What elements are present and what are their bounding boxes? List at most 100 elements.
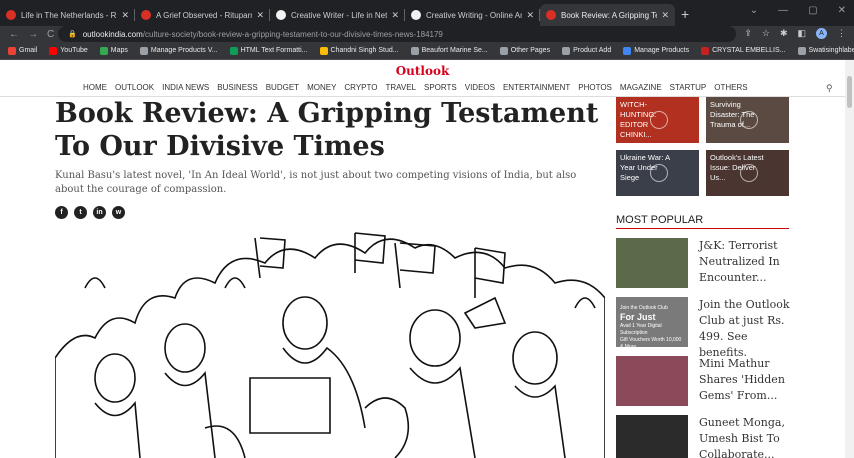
facebook-icon[interactable]: f: [55, 206, 68, 219]
sidepanel-icon[interactable]: ◧: [797, 28, 806, 39]
bookmark-star-icon[interactable]: ☆: [762, 28, 770, 39]
menu-item[interactable]: TRAVEL: [385, 83, 416, 92]
tab-close-icon[interactable]: ✕: [661, 10, 669, 21]
most-popular-underline: [616, 228, 789, 229]
menu-icon[interactable]: ⋮: [837, 28, 846, 39]
url-field[interactable]: 🔒 outlookindia.com /culture-society/book…: [58, 26, 736, 42]
scrollbar-thumb[interactable]: [847, 76, 852, 108]
story-tile[interactable]: Surviving Disaster: The Trauma of...: [706, 97, 789, 143]
menu-item[interactable]: ENTERTAINMENT: [503, 83, 570, 92]
share-icon[interactable]: ⇪: [744, 28, 752, 39]
scrollbar[interactable]: [845, 60, 854, 458]
close-window-icon[interactable]: ✕: [838, 5, 846, 16]
menu-item[interactable]: MAGAZINE: [620, 83, 662, 92]
menu-item[interactable]: BUDGET: [266, 83, 299, 92]
bookmark-favicon-icon: [701, 46, 710, 55]
back-icon[interactable]: ←: [9, 29, 19, 40]
webpage: Outlook HOME OUTLOOK INDIA NEWS BUSINESS BUD…: [0, 60, 845, 458]
bookmark-item[interactable]: Chandni Singh Stud...: [319, 46, 399, 55]
bookmark-item[interactable]: YouTube: [49, 46, 88, 55]
promo-line: Gift Vouchers Worth 10,000 & More: [620, 337, 682, 350]
bookmark-favicon-icon: [319, 46, 328, 55]
browser-tab[interactable]: Creative Writer - Life in Netherlands✕: [270, 4, 405, 26]
window-controls: ⌄ — ▢ ✕: [750, 5, 846, 16]
popular-thumbnail[interactable]: [616, 356, 688, 406]
popular-item[interactable]: Guneet Monga, Umesh Bist To Collaborate.…: [616, 415, 791, 458]
browser-tab[interactable]: A Grief Observed - Rituparna Roy ✕: [135, 4, 270, 26]
tab-close-icon[interactable]: ✕: [121, 10, 129, 21]
bookmark-favicon-icon: [499, 46, 508, 55]
menu-item[interactable]: OUTLOOK: [115, 83, 154, 92]
bookmark-item[interactable]: Manage Products V...: [139, 46, 218, 55]
menu-item[interactable]: MONEY: [307, 83, 336, 92]
menu-item[interactable]: PHOTOS: [578, 83, 612, 92]
new-tab-button[interactable]: +: [681, 6, 689, 22]
popular-item-title[interactable]: Mini Mathur Shares 'Hidden Gems' From...: [699, 356, 791, 404]
menu-item[interactable]: OTHERS: [714, 83, 747, 92]
bookmark-item[interactable]: Maps: [99, 46, 128, 55]
bookmark-item[interactable]: CRYSTAL EMBELLIS...: [701, 46, 786, 55]
bookmark-favicon-icon: [623, 46, 632, 55]
menu-item[interactable]: VIDEOS: [465, 83, 495, 92]
popular-item[interactable]: Mini Mathur Shares 'Hidden Gems' From...: [616, 356, 791, 406]
dropdown-icon[interactable]: ⌄: [750, 5, 758, 16]
whatsapp-icon[interactable]: w: [112, 206, 125, 219]
forward-icon[interactable]: →: [28, 29, 38, 40]
popular-thumbnail[interactable]: [616, 238, 688, 288]
menu-item[interactable]: BUSINESS: [217, 83, 257, 92]
menu-item[interactable]: SPORTS: [424, 83, 457, 92]
browser-tab[interactable]: Book Review: A Gripping Testament✕: [540, 4, 675, 26]
bookmark-label: Maps: [110, 47, 128, 54]
outlook-logo[interactable]: Outlook: [0, 64, 845, 78]
tab-close-icon[interactable]: ✕: [256, 10, 264, 21]
play-icon: [650, 164, 668, 182]
bookmarks-bar: Gmail YouTube Maps Manage Products V... HTML…: [0, 42, 854, 60]
menu-item[interactable]: STARTUP: [670, 83, 707, 92]
popular-thumbnail[interactable]: Join the Outlook Club For Just Avail 1 Yea…: [616, 297, 688, 350]
story-tile[interactable]: WITCH-HUNTING: EDITOR CHINKI...: [616, 97, 699, 143]
maximize-icon[interactable]: ▢: [808, 5, 817, 16]
bookmark-label: Product Add: [573, 47, 612, 54]
bookmark-label: Swatisinghlabel.com: [808, 47, 854, 54]
tab-close-icon[interactable]: ✕: [526, 10, 534, 21]
popular-item[interactable]: J&K: Terrorist Neutralized In Encounter.…: [616, 238, 791, 288]
bookmark-label: Beaufort Marine Se...: [421, 47, 488, 54]
popular-item-title[interactable]: Join the Outlook Club at just Rs. 499. S…: [699, 297, 791, 361]
extensions-icon[interactable]: ✱: [780, 28, 788, 39]
bookmark-item[interactable]: HTML Text Formatti...: [229, 46, 308, 55]
popular-item-title[interactable]: J&K: Terrorist Neutralized In Encounter.…: [699, 238, 791, 286]
promo-headline: For Just: [620, 312, 656, 322]
story-tile[interactable]: Ukraine War: A Year Under Siege: [616, 150, 699, 196]
bookmark-item[interactable]: Other Pages: [499, 46, 550, 55]
popular-thumbnail[interactable]: [616, 415, 688, 458]
bookmark-label: CRYSTAL EMBELLIS...: [712, 47, 786, 54]
profile-avatar[interactable]: A: [816, 28, 827, 39]
bookmark-favicon-icon: [797, 46, 806, 55]
menu-item[interactable]: INDIA NEWS: [162, 83, 209, 92]
menu-item[interactable]: HOME: [83, 83, 107, 92]
twitter-icon[interactable]: t: [74, 206, 87, 219]
bookmark-item[interactable]: Swatisinghlabel.com: [797, 46, 854, 55]
bookmark-item[interactable]: Manage Products: [623, 46, 689, 55]
article-subtitle: Kunal Basu's latest novel, 'In An Ideal …: [55, 170, 577, 195]
bookmark-item[interactable]: Beaufort Marine Se...: [410, 46, 488, 55]
browser-tab[interactable]: Creative Writing - Online Articles✕: [405, 4, 540, 26]
play-icon: [650, 111, 668, 129]
hero-illustration: [55, 228, 605, 458]
search-icon[interactable]: ⚲: [826, 83, 833, 94]
minimize-icon[interactable]: —: [778, 5, 788, 16]
tab-title: A Grief Observed - Rituparna Roy: [156, 10, 252, 20]
menu-item[interactable]: CRYPTO: [344, 83, 377, 92]
bookmark-item[interactable]: Gmail: [8, 46, 37, 55]
most-popular-heading: MOST POPULAR: [616, 214, 704, 226]
tab-favicon-icon: [6, 10, 16, 20]
story-tile[interactable]: Outlook's Latest Issue: Deliver Us...: [706, 150, 789, 196]
bookmark-item[interactable]: Product Add: [562, 46, 612, 55]
popular-item-title[interactable]: Guneet Monga, Umesh Bist To Collaborate.…: [699, 415, 791, 458]
reload-icon[interactable]: C: [47, 29, 54, 40]
browser-tab[interactable]: Life in The Netherlands - Rituparna✕: [0, 4, 135, 26]
bookmark-label: YouTube: [60, 47, 88, 54]
linkedin-icon[interactable]: in: [93, 206, 106, 219]
popular-item[interactable]: Join the Outlook Club For Just Avail 1 Yea…: [616, 297, 791, 359]
tab-close-icon[interactable]: ✕: [391, 10, 399, 21]
